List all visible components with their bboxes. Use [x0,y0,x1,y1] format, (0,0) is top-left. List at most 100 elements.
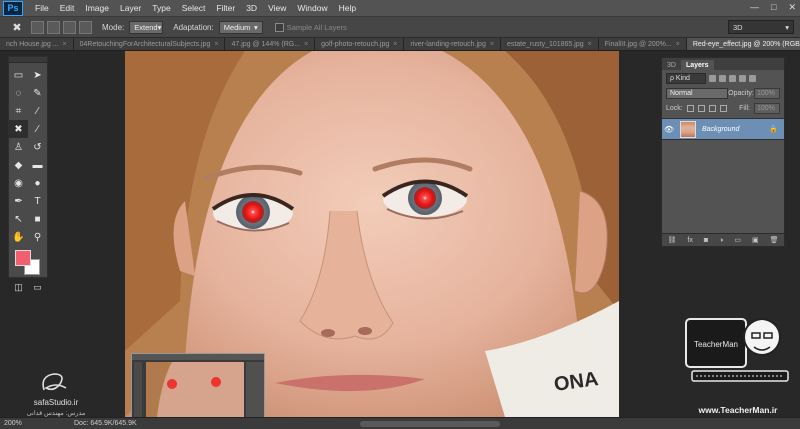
screen-mode-icon[interactable]: ▭ [33,282,42,293]
layer-style-icon[interactable]: fx [687,237,692,244]
window-controls: — □ ✕ [750,2,796,13]
zoom-tool-icon[interactable]: ⚲ [28,228,47,246]
content-aware-move-icon[interactable]: ✖ [6,21,28,34]
close-icon[interactable]: × [588,41,592,48]
lock-position-icon[interactable] [708,105,716,112]
menu-type[interactable]: Type [152,3,170,13]
quick-select-tool-icon[interactable]: ✎ [28,84,47,102]
mode-row: ◫ ▭ [9,282,47,293]
quick-mask-icon[interactable]: ◫ [14,282,23,293]
link-layers-icon[interactable]: ⛓ [668,236,677,244]
trash-icon[interactable]: 🗑 [770,236,779,244]
close-icon[interactable]: × [214,41,218,48]
adaptation-select[interactable]: Medium ▾ [218,20,263,34]
menu-select[interactable]: Select [182,3,206,13]
shape-tool-icon[interactable]: ■ [28,210,47,228]
minimize-icon[interactable]: — [750,2,759,13]
menu-layer[interactable]: Layer [120,3,141,13]
subtract-selection-button[interactable] [63,20,76,34]
opacity-field[interactable]: 100% [754,88,780,99]
zoom-level[interactable]: 200% [4,420,30,427]
menu-file[interactable]: File [35,3,49,13]
fill-label: Fill: [739,105,750,112]
adjustment-layer-icon[interactable]: ◑ [719,237,723,244]
path-select-tool-icon[interactable]: ↖ [9,210,28,228]
tab-label: estate_rusty_101865.jpg [506,41,584,48]
tab-document[interactable]: 04RetouchingForArchitecturalSubjects.jpg… [73,38,226,50]
layer-row-background[interactable]: 👁 Background 🔒 [662,118,784,140]
tab-document[interactable]: nch House.jpg ... × [0,38,74,50]
adaptation-label: Adaptation: [173,22,214,32]
horizontal-scrollbar[interactable] [360,421,500,427]
foreground-color-swatch[interactable] [15,250,31,266]
tab-document[interactable]: Red-eye_effect.jpg @ 200% (RGB/8)× [686,38,800,50]
close-icon[interactable]: × [63,41,67,48]
menu-image[interactable]: Image [85,3,109,13]
add-mask-icon[interactable]: ◙ [704,237,708,244]
tab-layers[interactable]: Layers [680,60,714,70]
menu-help[interactable]: Help [339,3,356,13]
lock-all-icon[interactable] [719,105,727,112]
menu-3d[interactable]: 3D [246,3,257,13]
arrow-tool-icon[interactable]: ➤ [28,66,47,84]
sample-all-layers-checkbox[interactable] [274,22,284,32]
workspace-value: 3D [733,23,743,32]
kind-filter-select[interactable]: ρ Kind [666,73,706,84]
hand-tool-icon[interactable]: ✋ [9,228,28,246]
maximize-icon[interactable]: □ [771,2,776,13]
history-brush-tool-icon[interactable]: ↺ [28,138,47,156]
mode-select[interactable]: Extend ▾ [129,20,164,34]
menu-filter[interactable]: Filter [216,3,235,13]
close-icon[interactable]: × [490,41,494,48]
gradient-tool-icon[interactable]: ▬ [28,156,47,174]
tab-document[interactable]: FinalIII.jpg @ 200%... × [598,38,687,50]
safastudio-watermark: safaStudio.ir مدرس: مهندس قدانی [18,370,94,417]
move-tool-icon[interactable]: ▭ [9,66,28,84]
blend-row: Normal Opacity: 100% [666,88,780,99]
fill-field[interactable]: 100% [754,103,780,114]
crop-tool-icon[interactable]: ⌗ [9,102,28,120]
close-icon[interactable]: × [393,41,397,48]
content-aware-move-tool-icon[interactable]: ✖ [9,120,28,138]
type-tool-icon[interactable]: T [28,192,47,210]
close-icon[interactable]: × [304,41,308,48]
intersect-selection-button[interactable] [79,20,92,34]
blend-mode-select[interactable]: Normal [666,88,728,99]
pen-tool-icon[interactable]: ✒ [9,192,28,210]
lasso-tool-icon[interactable]: ◌ [9,84,28,102]
add-selection-button[interactable] [47,20,60,34]
stamp-tool-icon[interactable]: ♙ [9,138,28,156]
smart-object-filter-icon[interactable] [749,75,756,82]
dodge-tool-icon[interactable]: ● [28,174,47,192]
brush-tool-icon[interactable]: ∕ [28,120,47,138]
adjustment-filter-icon[interactable] [719,75,726,82]
eraser-tool-icon[interactable]: ◆ [9,156,28,174]
tab-document[interactable]: river-landing-retouch.jpg × [404,38,501,50]
tab-label: 04RetouchingForArchitecturalSubjects.jpg [79,41,211,48]
shape-filter-icon[interactable] [739,75,746,82]
close-icon[interactable]: × [676,41,680,48]
tab-document[interactable]: golf-photo-retouch.jpg × [315,38,405,50]
eye-icon[interactable]: 👁 [662,125,676,134]
new-layer-icon[interactable]: ▣ [752,236,759,244]
close-icon[interactable]: ✕ [788,2,796,13]
photoshop-logo: Ps [3,0,23,16]
tab-label: 47.jpg @ 144% (RG... [231,41,301,48]
lock-transparent-icon[interactable] [686,105,694,112]
eyedropper-tool-icon[interactable]: ⁄ [28,102,47,120]
new-selection-button[interactable] [31,20,44,34]
menu-window[interactable]: Window [297,3,327,13]
tab-3d[interactable]: 3D [662,60,681,70]
tab-document[interactable]: estate_rusty_101865.jpg × [500,38,599,50]
menu-edit[interactable]: Edit [60,3,75,13]
layer-name: Background [702,125,740,133]
blur-tool-icon[interactable]: ◉ [9,174,28,192]
new-group-icon[interactable]: ▭ [734,236,741,244]
tab-document[interactable]: 47.jpg @ 144% (RG... × [225,38,316,50]
mode-value: Extend [134,22,158,32]
type-filter-icon[interactable] [729,75,736,82]
lock-pixels-icon[interactable] [697,105,705,112]
workspace-select[interactable]: 3D ▾ [728,20,794,34]
menu-view[interactable]: View [268,3,286,13]
pixel-filter-icon[interactable] [709,75,716,82]
